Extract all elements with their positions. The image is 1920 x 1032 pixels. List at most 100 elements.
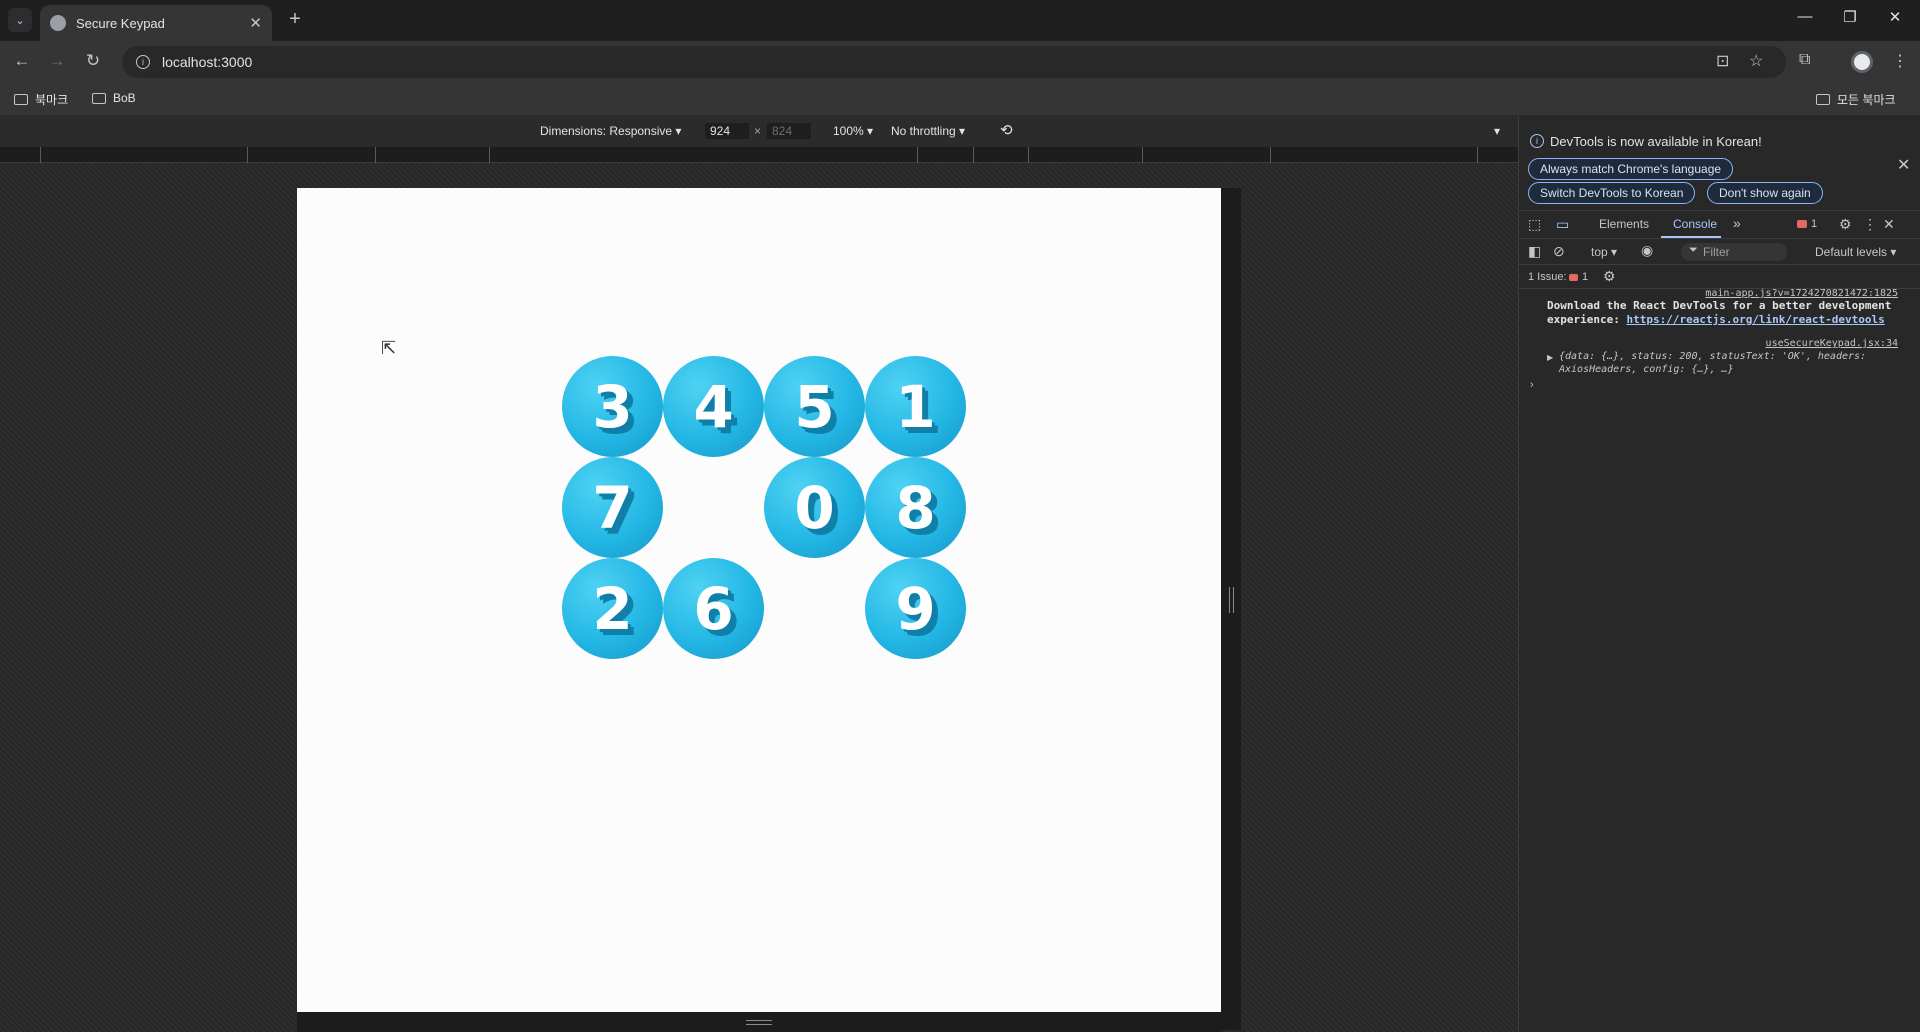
log-source-link[interactable]: main-app.js?v=1724270821472:1825	[1705, 288, 1898, 299]
bookmark-folder[interactable]: 북마크	[14, 91, 68, 108]
browser-toolbar: ← → ↻ i localhost:3000 ⊡ ☆ ⧉ ⋮	[0, 41, 1920, 83]
tab-search-button[interactable]: ⌄	[8, 8, 32, 32]
minimize-button[interactable]: —	[1782, 8, 1828, 25]
expand-triangle-icon[interactable]: ▶	[1547, 353, 1553, 362]
error-count[interactable]: 1	[1811, 218, 1817, 230]
star-icon[interactable]: ☆	[1749, 51, 1763, 71]
new-tab-button[interactable]: +	[282, 8, 308, 31]
close-devtools-icon[interactable]: ✕	[1883, 216, 1895, 233]
globe-icon	[50, 15, 66, 31]
more-options-icon[interactable]: ⋮	[1863, 216, 1877, 233]
folder-icon	[1816, 94, 1830, 105]
ruler-tick	[1270, 147, 1271, 163]
close-window-button[interactable]: ✕	[1872, 8, 1918, 26]
issues-label[interactable]: 1 Issue:	[1528, 271, 1567, 283]
sidebar-toggle-icon[interactable]: ◧	[1528, 243, 1541, 260]
media-query-ruler	[0, 147, 1518, 163]
error-icon[interactable]	[1797, 220, 1807, 228]
device-toolbar-more[interactable]: ▾	[1494, 124, 1500, 138]
active-tab-indicator	[1661, 236, 1721, 238]
resize-handle-bottom[interactable]	[297, 1012, 1221, 1032]
device-toggle-icon[interactable]: ▭	[1556, 216, 1569, 233]
log-source-link[interactable]: useSecureKeypad.jsx:34	[1766, 338, 1898, 349]
devtools-panel: i DevTools is now available in Korean! ✕…	[1518, 115, 1920, 1032]
issues-bar: 1 Issue: 1 ⚙	[1519, 265, 1920, 289]
throttling-dropdown[interactable]: No throttling ▾	[891, 124, 965, 138]
menu-kebab-icon[interactable]: ⋮	[1892, 51, 1908, 71]
console-toolbar: ◧ ⊘ top ▾ ◉ Filter ⏷ Default levels ▾	[1519, 239, 1920, 265]
keypad-key-4[interactable]: 4	[663, 356, 764, 457]
inspect-icon[interactable]: ⬚	[1528, 216, 1541, 233]
browser-tab-strip: ⌄ Secure Keypad ✕ + — ❐ ✕	[0, 0, 1920, 41]
bottom-grip-icon[interactable]	[746, 1020, 772, 1025]
device-emulation-area: Dimensions: Responsive ▾ 924 × 824 100% …	[0, 115, 1518, 1032]
url-text[interactable]: localhost:3000	[162, 54, 252, 70]
translate-icon[interactable]: ⊡	[1716, 51, 1729, 71]
forward-icon[interactable]: →	[46, 51, 68, 71]
dont-show-again-button[interactable]: Don't show again	[1707, 182, 1823, 204]
tab-title: Secure Keypad	[76, 15, 165, 31]
keypad-key-1[interactable]: 1	[865, 356, 966, 457]
info-icon: i	[1530, 134, 1544, 148]
keypad-key-2[interactable]: 2	[562, 558, 663, 659]
back-icon[interactable]: ←	[11, 51, 33, 71]
address-bar[interactable]: i localhost:3000	[122, 46, 1786, 78]
ruler-tick	[247, 147, 248, 163]
eye-icon[interactable]: ◉	[1641, 242, 1653, 259]
ruler-tick	[1477, 147, 1478, 163]
tab-elements[interactable]: Elements	[1599, 217, 1649, 231]
issues-count[interactable]: 1	[1582, 271, 1588, 283]
tab-close-button[interactable]: ✕	[249, 14, 262, 32]
restore-button[interactable]: ❐	[1827, 8, 1873, 26]
keypad-key-7[interactable]: 7	[562, 457, 663, 558]
emulated-page: 3451 708 269 ⇱	[297, 188, 1221, 1012]
extensions-icon[interactable]: ⧉	[1799, 51, 1810, 69]
ruler-tick	[973, 147, 974, 163]
all-bookmarks-label: 모든 북마크	[1837, 93, 1896, 107]
ruler-tick	[1142, 147, 1143, 163]
react-devtools-link[interactable]: https://reactjs.org/link/react-devtools	[1626, 313, 1884, 326]
keypad-key-8[interactable]: 8	[865, 457, 966, 558]
tab-console[interactable]: Console	[1673, 217, 1717, 231]
folder-icon	[92, 92, 106, 104]
gear-icon[interactable]: ⚙	[1839, 216, 1852, 233]
ruler-tick	[1028, 147, 1029, 163]
bookmark-folder[interactable]: BoB	[92, 91, 136, 105]
height-input[interactable]: 824	[767, 123, 811, 139]
keypad-key-3[interactable]: 3	[562, 356, 663, 457]
keypad-key-9[interactable]: 9	[865, 558, 966, 659]
times-sign: ×	[754, 124, 762, 138]
browser-tab[interactable]: Secure Keypad ✕	[40, 5, 272, 41]
notice-text: DevTools is now available in Korean!	[1550, 134, 1762, 149]
switch-korean-button[interactable]: Switch DevTools to Korean	[1528, 182, 1696, 204]
bookmark-label: 북마크	[35, 93, 69, 107]
site-info-icon[interactable]: i	[136, 55, 150, 69]
console-prompt[interactable]: ›	[1530, 379, 1534, 391]
profile-avatar[interactable]	[1851, 51, 1873, 73]
more-tabs-icon[interactable]: »	[1733, 215, 1741, 231]
keypad-key-0[interactable]: 0	[764, 457, 865, 558]
ruler-tick	[489, 147, 490, 163]
match-language-button[interactable]: Always match Chrome's language	[1528, 158, 1734, 180]
reload-icon[interactable]: ↻	[82, 51, 104, 71]
folder-icon	[14, 94, 28, 105]
dimensions-dropdown[interactable]: Dimensions: Responsive ▾	[540, 124, 681, 138]
console-log-message: Download the React DevTools for a better…	[1547, 299, 1907, 327]
ruler-tick	[917, 147, 918, 163]
zoom-dropdown[interactable]: 100% ▾	[833, 124, 873, 138]
bookmarks-bar: 북마크 BoB 모든 북마크	[0, 83, 1920, 115]
language-notice: i DevTools is now available in Korean! ✕…	[1519, 115, 1920, 211]
close-icon[interactable]: ✕	[1897, 155, 1910, 175]
console-log-object[interactable]: {data: {…}, status: 200, statusText: 'OK…	[1559, 350, 1899, 376]
rotate-icon[interactable]: ⟲	[1000, 121, 1013, 139]
log-levels-dropdown[interactable]: Default levels ▾	[1815, 245, 1896, 259]
keypad-key-5[interactable]: 5	[764, 356, 865, 457]
context-selector[interactable]: top ▾	[1591, 245, 1617, 259]
keypad-key-6[interactable]: 6	[663, 558, 764, 659]
width-input[interactable]: 924	[705, 123, 749, 139]
all-bookmarks-button[interactable]: 모든 북마크	[1816, 91, 1896, 108]
side-grip-icon[interactable]	[1229, 587, 1234, 613]
gear-icon[interactable]: ⚙	[1603, 268, 1616, 285]
issue-error-icon	[1569, 274, 1578, 281]
clear-console-icon[interactable]: ⊘	[1553, 243, 1565, 260]
